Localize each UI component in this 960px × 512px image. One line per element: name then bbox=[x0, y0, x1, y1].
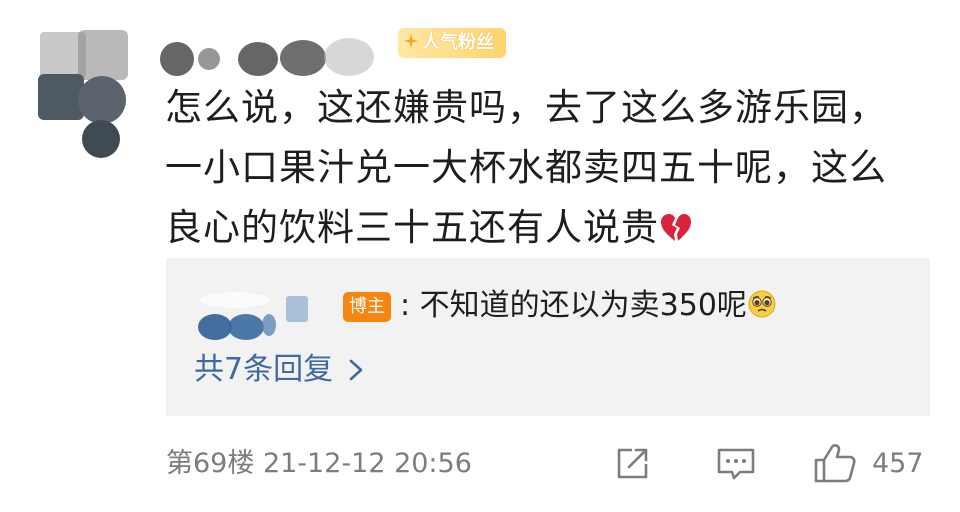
reply-username-blur-segment bbox=[286, 296, 308, 322]
reply-username-blur-segment bbox=[198, 314, 232, 340]
author-badge: 博主 bbox=[343, 292, 391, 322]
reply-text: : 不知道的还以为卖350呢 bbox=[400, 284, 777, 328]
reply-username-blur-segment bbox=[200, 292, 270, 308]
avatar-blur-segment bbox=[82, 120, 120, 158]
avatar-blur-segment bbox=[78, 30, 128, 80]
username-blur-segment bbox=[160, 42, 194, 76]
comment-text: 怎么说，这还嫌贵吗，去了这么多游乐园， 一小口果汁兑一大杯水都卖四五十呢，这么 … bbox=[165, 78, 935, 258]
pleading-face-icon bbox=[748, 290, 776, 318]
broken-heart-icon bbox=[661, 214, 691, 241]
username-blur-segment bbox=[280, 40, 326, 76]
reply-username-blur-segment bbox=[228, 314, 264, 340]
like-icon[interactable] bbox=[812, 441, 858, 485]
username-blur-segment bbox=[198, 48, 220, 70]
sparkle-icon bbox=[404, 34, 418, 48]
avatar[interactable] bbox=[38, 28, 134, 160]
comment-icon[interactable] bbox=[715, 444, 757, 484]
username-blur-segment bbox=[324, 38, 374, 76]
comment-line: 怎么说，这还嫌贵吗，去了这么多游乐园， bbox=[165, 86, 887, 129]
username-blur-segment bbox=[238, 42, 278, 76]
reply-text-content: : 不知道的还以为卖350呢 bbox=[400, 288, 747, 323]
like-count: 457 bbox=[872, 448, 924, 479]
floor-and-timestamp: 第69楼 21-12-12 20:56 bbox=[166, 448, 472, 479]
username-blurred[interactable] bbox=[160, 36, 420, 76]
avatar-blur-segment bbox=[78, 76, 126, 124]
fan-badge: 人气粉丝 bbox=[398, 28, 506, 58]
chevron-right-icon bbox=[349, 359, 363, 381]
more-replies-label: 共7条回复 bbox=[194, 352, 334, 387]
reply-username-blur-segment bbox=[262, 314, 276, 336]
comment-line: 良心的饮料三十五还有人说贵 bbox=[165, 206, 659, 249]
reply-username-blurred[interactable] bbox=[198, 292, 308, 342]
more-replies-link[interactable]: 共7条回复 bbox=[194, 348, 365, 392]
comment-line: 一小口果汁兑一大杯水都卖四五十呢，这么 bbox=[165, 146, 887, 189]
fan-badge-label: 人气粉丝 bbox=[422, 32, 494, 53]
share-icon[interactable] bbox=[612, 444, 652, 484]
